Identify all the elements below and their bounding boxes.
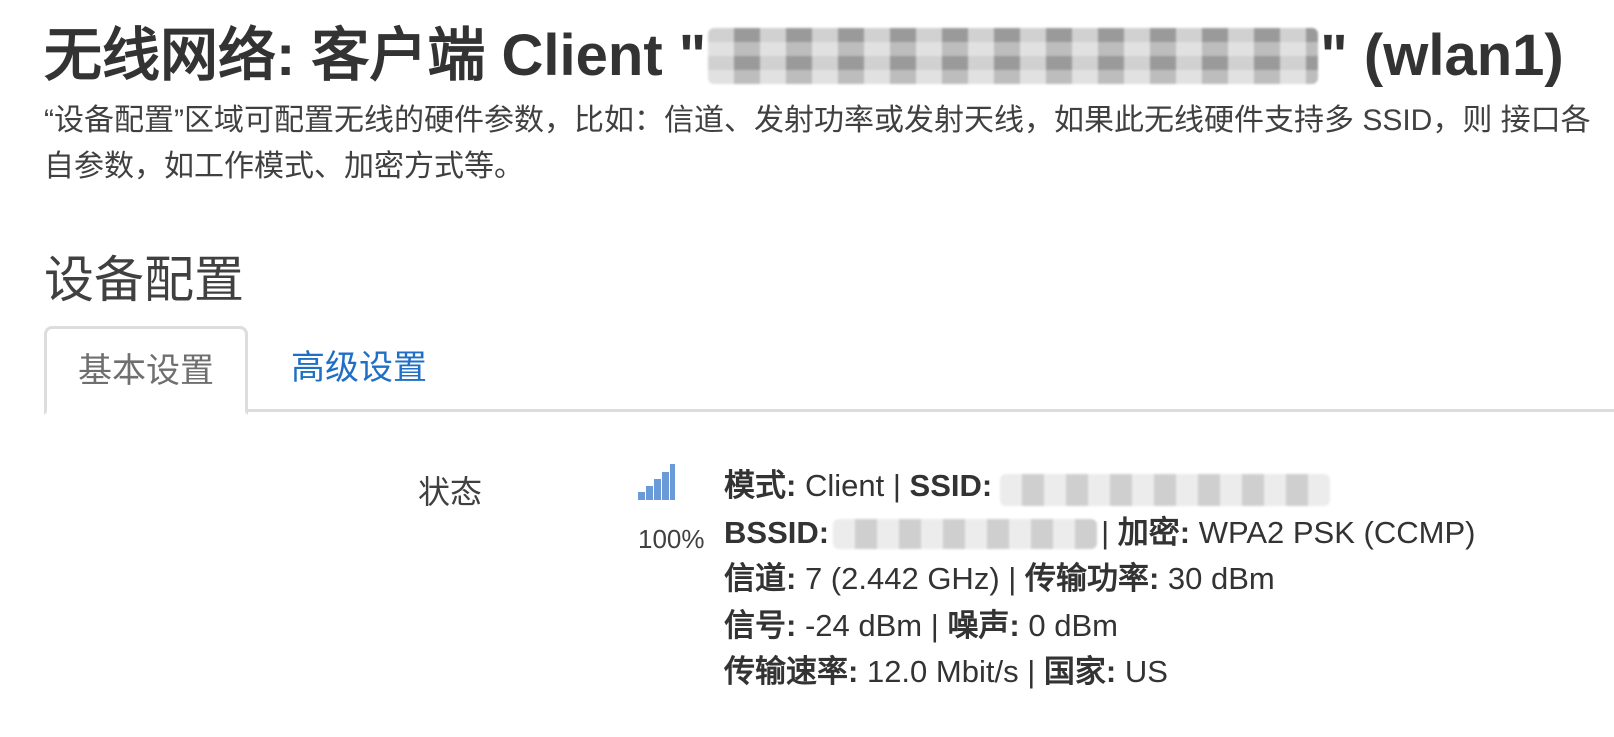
encryption-value: WPA2 PSK (CCMP) [1198, 514, 1476, 550]
redacted-bssid-blur [833, 519, 1098, 550]
page-title-suffix: " (wlan1) [1320, 23, 1564, 88]
status-line-mode: 模式: Client | SSID: [724, 463, 1475, 510]
signal-bar [638, 492, 645, 500]
status-details: 模式: Client | SSID: BSSID: | 加密: WPA2 PSK … [724, 463, 1475, 696]
signal-strength-icon [638, 464, 675, 500]
txpower-label: 传输功率: [1024, 561, 1160, 596]
mode-value: Client [804, 468, 885, 503]
separator: | [892, 468, 901, 503]
channel-value: 7 (2.442 GHz) [804, 561, 1000, 596]
tab-advanced-settings[interactable]: 高级设置 [291, 326, 427, 412]
separator: | [1101, 514, 1110, 550]
redacted-ssid-blur [1000, 473, 1331, 506]
status-line-signal: 信号: -24 dBm | 噪声: 0 dBm [724, 603, 1475, 650]
status-line-bitrate: 传输速率: 12.0 Mbit/s | 国家: US [724, 649, 1475, 696]
signal-bar [654, 479, 661, 500]
status-line-bssid: BSSID: | 加密: WPA2 PSK (CCMP) [724, 510, 1475, 557]
signal-bar [662, 472, 669, 500]
country-label: 国家: [1043, 654, 1117, 689]
tab-bar: 基本设置 高级设置 [44, 326, 1614, 415]
separator: | [930, 607, 939, 643]
status-line-channel: 信道: 7 (2.442 GHz) | 传输功率: 30 dBm [724, 556, 1475, 603]
tab-basic-settings[interactable]: 基本设置 [44, 326, 248, 415]
signal-percent: 100% [638, 524, 705, 554]
separator: | [1027, 654, 1036, 689]
bssid-label: BSSID: [724, 514, 830, 550]
country-value: US [1124, 654, 1168, 689]
bitrate-label: 传输速率: [724, 654, 859, 689]
signal-label: 信号: [724, 607, 797, 643]
mode-label: 模式: [724, 468, 797, 503]
noise-value: 0 dBm [1028, 607, 1118, 643]
page-title: 无线网络: 客户端 Client " " (wlan1) [44, 18, 1564, 94]
ssid-label: SSID: [909, 468, 993, 503]
redacted-ssid-blur [708, 27, 1319, 84]
encryption-label: 加密: [1117, 514, 1191, 550]
bitrate-value: 12.0 Mbit/s [866, 654, 1019, 689]
separator: | [1008, 561, 1017, 596]
signal-bar [646, 486, 653, 500]
txpower-value: 30 dBm [1167, 561, 1275, 596]
channel-label: 信道: [724, 561, 797, 596]
page-title-prefix: 无线网络: 客户端 Client " [44, 23, 707, 88]
status-label: 状态 [418, 474, 483, 510]
page-description: “设备配置”区域可配置无线的硬件参数，比如：信道、发射功率或发射天线，如果此无线… [44, 104, 1591, 183]
section-title: 设备配置 [44, 252, 244, 308]
signal-value: -24 dBm [804, 607, 923, 643]
noise-label: 噪声: [947, 607, 1020, 643]
signal-bar [670, 464, 675, 500]
